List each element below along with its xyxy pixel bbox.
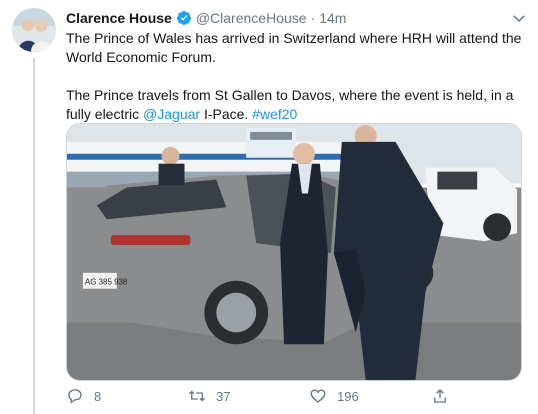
license-plate-text: AG 385 938 [85, 278, 128, 287]
reply-button[interactable]: 8 [66, 387, 101, 405]
verified-badge-icon [176, 10, 192, 26]
tweet-text-paragraph-1: The Prince of Wales has arrived in Switz… [66, 30, 522, 65]
reply-count: 8 [94, 388, 102, 404]
chevron-down-icon[interactable] [510, 9, 528, 27]
photo-scene: AG 385 938 [67, 124, 521, 380]
avatar-image [12, 8, 56, 52]
like-icon [310, 389, 326, 403]
tweet-photo[interactable]: AG 385 938 [66, 123, 522, 381]
author-name[interactable]: Clarence House [66, 10, 172, 26]
tweet[interactable]: Clarence House @ClarenceHouse · 14m The … [0, 0, 538, 414]
retweet-button[interactable]: 37 [188, 387, 230, 405]
tweet-timestamp[interactable]: 14m [319, 10, 346, 26]
like-count: 196 [337, 388, 359, 404]
thread-line [33, 58, 35, 414]
share-button[interactable] [431, 387, 459, 405]
tweet-text-middle: I-Pace. [200, 106, 253, 122]
tweet-text: The Prince of Wales has arrived in Switz… [66, 29, 526, 124]
retweet-icon [189, 390, 205, 402]
reply-icon [68, 389, 82, 404]
avatar[interactable] [12, 8, 56, 52]
separator-dot: · [310, 10, 316, 26]
like-button[interactable]: 196 [309, 387, 359, 405]
retweet-count: 37 [216, 388, 231, 404]
tweet-header: Clarence House @ClarenceHouse · 14m [66, 8, 508, 28]
tweet-text-paragraph-2: The Prince travels from St Gallen to Dav… [66, 86, 526, 124]
share-icon [434, 389, 446, 403]
hashtag-link[interactable]: #wef20 [252, 106, 297, 122]
author-handle[interactable]: @ClarenceHouse [196, 10, 307, 26]
tweet-actions: 8 37 196 [66, 387, 486, 409]
mention-link[interactable]: @Jaguar [143, 106, 200, 122]
